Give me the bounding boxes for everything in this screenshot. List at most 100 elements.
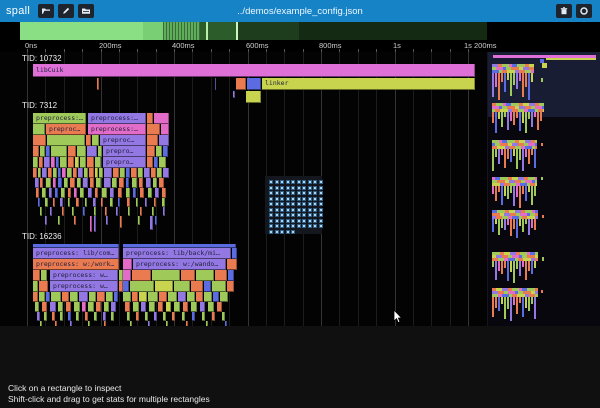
flame-bar[interactable] [79,292,88,302]
flame-bar[interactable] [33,157,38,168]
flame-bar[interactable] [148,321,150,326]
flame-bar[interactable] [155,188,159,198]
flame-bar[interactable] [58,168,61,178]
flame-bar[interactable] [70,321,72,326]
flame-bar[interactable] [94,207,96,216]
flame-bar[interactable] [58,178,62,188]
flame-bar[interactable] [87,157,94,168]
flame-bar[interactable] [148,188,152,198]
flame-bar[interactable] [136,198,138,207]
flame-bar[interactable] [172,312,175,321]
flame-bar[interactable] [113,168,119,178]
flame-bar[interactable] [50,302,56,312]
flame-bar[interactable]: preprocess: w… [50,270,118,281]
flame-bar[interactable] [111,312,114,321]
flame-bar[interactable] [112,178,117,188]
flame-bar[interactable] [215,270,227,281]
flame-bar[interactable] [48,168,52,178]
flame-bar[interactable] [33,292,38,302]
flame-bar[interactable] [82,302,86,312]
flame-bar[interactable] [166,321,168,326]
flame-bar[interactable] [38,198,40,207]
flame-bar[interactable] [106,216,108,225]
flame-bar[interactable] [77,146,86,157]
flame-bar[interactable] [163,312,166,321]
flame-bar[interactable] [154,113,169,124]
flame-bar[interactable] [104,302,109,312]
flame-bar[interactable] [139,178,143,188]
flame-bar[interactable] [51,146,67,157]
flame-bar[interactable] [104,168,112,178]
flame-bar[interactable] [116,207,118,216]
flame-bar[interactable] [139,292,147,302]
flame-bar[interactable] [204,292,212,302]
flame-bar[interactable] [159,135,169,146]
flame-bar[interactable] [74,302,80,312]
flame-bar[interactable] [183,302,188,312]
flame-bar[interactable] [187,292,195,302]
flame-bar[interactable] [35,302,39,312]
flame-bar[interactable] [60,312,63,321]
flame-bar[interactable] [66,302,71,312]
flame-bar[interactable] [68,198,70,207]
flame-bar[interactable] [80,188,84,198]
flame-bar[interactable] [33,281,38,292]
flame-bar[interactable] [155,281,173,292]
flame-bar[interactable] [42,188,46,198]
flame-bar[interactable] [94,216,96,232]
flame-bar[interactable] [159,178,164,188]
flame-bar[interactable] [33,270,40,281]
flame-bar[interactable] [40,207,42,216]
flame-bar[interactable] [152,270,180,281]
flame-bar[interactable] [62,207,64,216]
flame-bar[interactable] [83,178,88,188]
flame-bar[interactable] [40,146,45,157]
flame-bar[interactable] [151,168,156,178]
flame-bar[interactable] [42,302,47,312]
flame-bar[interactable] [156,146,162,157]
flame-bar[interactable] [118,188,122,198]
flame-bar[interactable] [67,168,72,178]
flame-bar[interactable] [46,178,51,188]
flame-bar[interactable]: linker [262,78,475,90]
flame-bar[interactable] [94,312,97,321]
flame-bar[interactable] [97,78,99,90]
flame-bar[interactable] [149,302,155,312]
flame-bar[interactable] [191,281,203,292]
flame-bar[interactable] [227,259,237,270]
flame-bar[interactable] [182,312,185,321]
flame-bar[interactable] [168,292,177,302]
flame-bar[interactable] [147,157,153,168]
flame-bar[interactable] [64,178,68,188]
flame-bar[interactable] [74,216,76,225]
flame-bar[interactable] [157,168,162,178]
flame-bar[interactable] [138,168,143,178]
flame-bar[interactable] [161,124,169,135]
flame-bar[interactable] [186,321,188,326]
open-file-button[interactable] [38,4,54,18]
flame-bar[interactable] [40,178,43,188]
flame-bar[interactable] [52,312,55,321]
flame-bar[interactable] [46,146,50,157]
flame-bar[interactable] [38,168,41,178]
flame-bar[interactable] [58,302,63,312]
clear-button[interactable] [556,4,572,18]
flame-bar[interactable] [110,188,114,198]
flame-bar[interactable] [40,321,42,326]
flame-bar[interactable] [58,216,60,225]
flame-bar[interactable] [119,178,124,188]
flame-bar[interactable] [220,292,228,302]
flame-bar[interactable] [147,146,155,157]
flame-bar[interactable] [140,188,144,198]
flame-bar[interactable] [174,302,180,312]
flame-bar[interactable] [106,292,113,302]
flame-bar[interactable] [53,178,56,188]
flame-bar[interactable]: preproc… [100,135,146,146]
flame-bar[interactable] [89,168,94,178]
settings-button[interactable] [576,4,592,18]
flame-bar[interactable] [80,157,86,168]
flame-bar[interactable] [200,302,205,312]
flame-bar[interactable] [104,178,111,188]
flame-bar[interactable] [33,135,46,146]
flame-bar[interactable] [101,198,103,207]
